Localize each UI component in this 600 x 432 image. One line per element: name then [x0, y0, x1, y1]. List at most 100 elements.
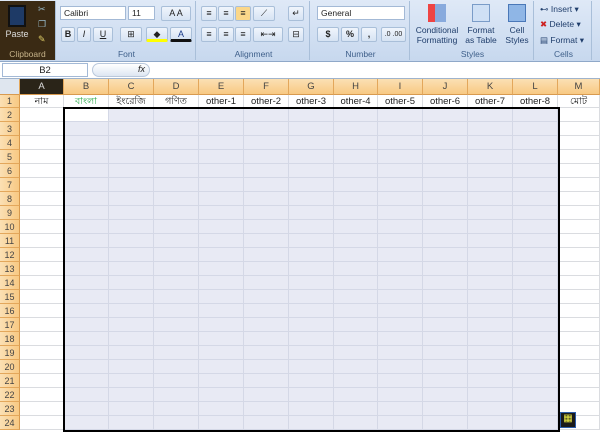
delete-button[interactable]: ✖ Delete ▾	[540, 19, 581, 29]
decimal-button[interactable]: .0 .00	[381, 27, 406, 42]
cell-styles-button[interactable]: Cell Styles	[502, 4, 532, 45]
row-header-17[interactable]: 17	[0, 318, 20, 332]
select-all-corner[interactable]	[0, 79, 20, 95]
column-header-G[interactable]: G	[289, 79, 334, 95]
header-cell[interactable]: নাম	[20, 95, 64, 108]
indent-button[interactable]: ⇤⇥	[253, 27, 283, 42]
cell[interactable]	[20, 304, 64, 318]
percent-button[interactable]: %	[341, 27, 359, 42]
row-header-23[interactable]: 23	[0, 402, 20, 416]
row-header-5[interactable]: 5	[0, 150, 20, 164]
insert-button[interactable]: ⊷ Insert ▾	[540, 4, 579, 14]
font-name-select[interactable]: Calibri	[60, 6, 126, 20]
cell[interactable]	[20, 262, 64, 276]
align-left-button[interactable]: ≡	[201, 27, 217, 42]
cell[interactable]	[558, 262, 600, 276]
cell[interactable]	[558, 206, 600, 220]
cut-icon[interactable]: ✂	[38, 4, 46, 15]
row-header-13[interactable]: 13	[0, 262, 20, 276]
cell[interactable]	[558, 388, 600, 402]
column-header-A[interactable]: A	[20, 79, 64, 95]
cell[interactable]	[20, 150, 64, 164]
comma-button[interactable]: ,	[361, 27, 377, 42]
column-header-M[interactable]: M	[558, 79, 600, 95]
row-header-6[interactable]: 6	[0, 164, 20, 178]
cell[interactable]	[20, 332, 64, 346]
number-format-select[interactable]: General	[317, 6, 405, 20]
column-header-B[interactable]: B	[64, 79, 109, 95]
cell[interactable]	[20, 290, 64, 304]
borders-button[interactable]: ⊞	[120, 27, 142, 42]
underline-button[interactable]: U	[93, 27, 113, 42]
row-header-16[interactable]: 16	[0, 304, 20, 318]
paste-options-icon[interactable]: ▦	[560, 412, 576, 428]
column-header-F[interactable]: F	[244, 79, 289, 95]
cell[interactable]	[558, 248, 600, 262]
bold-button[interactable]: B	[61, 27, 75, 42]
font-size-select[interactable]: 11	[128, 6, 155, 20]
cell[interactable]	[20, 374, 64, 388]
merge-button[interactable]: ⊟	[288, 27, 304, 42]
row-header-15[interactable]: 15	[0, 290, 20, 304]
cell[interactable]	[558, 374, 600, 388]
middle-align-button[interactable]: ≡	[218, 6, 234, 21]
copy-icon[interactable]: ❐	[38, 19, 46, 30]
cell[interactable]	[20, 318, 64, 332]
row-header-9[interactable]: 9	[0, 206, 20, 220]
row-header-24[interactable]: 24	[0, 416, 20, 430]
name-box[interactable]: B2	[2, 63, 88, 77]
row-header-11[interactable]: 11	[0, 234, 20, 248]
cell[interactable]	[558, 164, 600, 178]
cell[interactable]	[558, 360, 600, 374]
column-header-C[interactable]: C	[109, 79, 154, 95]
cell[interactable]	[20, 108, 64, 122]
header-cell[interactable]: মোট	[558, 95, 600, 108]
row-header-8[interactable]: 8	[0, 192, 20, 206]
column-header-L[interactable]: L	[513, 79, 558, 95]
cell[interactable]	[20, 206, 64, 220]
cell[interactable]	[20, 276, 64, 290]
format-button[interactable]: ▤ Format ▾	[540, 35, 584, 45]
cell[interactable]	[558, 332, 600, 346]
row-header-14[interactable]: 14	[0, 276, 20, 290]
row-header-12[interactable]: 12	[0, 248, 20, 262]
row-header-21[interactable]: 21	[0, 374, 20, 388]
column-header-I[interactable]: I	[378, 79, 423, 95]
cell[interactable]	[20, 416, 64, 430]
font-color-button[interactable]: A	[170, 27, 192, 42]
column-header-K[interactable]: K	[468, 79, 513, 95]
bottom-align-button[interactable]: ≡	[235, 6, 251, 21]
fx-button[interactable]: fx	[92, 63, 150, 77]
row-header-1[interactable]: 1	[0, 95, 20, 108]
row-header-4[interactable]: 4	[0, 136, 20, 150]
cell[interactable]	[20, 178, 64, 192]
fill-color-button[interactable]: ◆	[146, 27, 168, 42]
cell[interactable]	[20, 220, 64, 234]
formula-input[interactable]	[152, 63, 598, 77]
cell[interactable]	[558, 276, 600, 290]
column-header-H[interactable]: H	[334, 79, 378, 95]
cell[interactable]	[558, 136, 600, 150]
row-header-18[interactable]: 18	[0, 332, 20, 346]
cell[interactable]	[558, 178, 600, 192]
italic-button[interactable]: I	[77, 27, 91, 42]
cell[interactable]	[20, 164, 64, 178]
cell[interactable]	[20, 346, 64, 360]
row-header-10[interactable]: 10	[0, 220, 20, 234]
row-header-7[interactable]: 7	[0, 178, 20, 192]
cell[interactable]	[558, 290, 600, 304]
currency-button[interactable]: $	[317, 27, 339, 42]
cell[interactable]	[20, 360, 64, 374]
cell[interactable]	[20, 402, 64, 416]
row-header-19[interactable]: 19	[0, 346, 20, 360]
paste-button[interactable]: Paste	[4, 3, 30, 49]
format-painter-icon[interactable]: ✎	[38, 34, 46, 45]
row-header-3[interactable]: 3	[0, 122, 20, 136]
cell[interactable]	[20, 388, 64, 402]
cell[interactable]	[20, 136, 64, 150]
cell[interactable]	[20, 122, 64, 136]
row-header-22[interactable]: 22	[0, 388, 20, 402]
row-header-2[interactable]: 2	[0, 108, 20, 122]
cell[interactable]	[558, 150, 600, 164]
cell[interactable]	[558, 192, 600, 206]
